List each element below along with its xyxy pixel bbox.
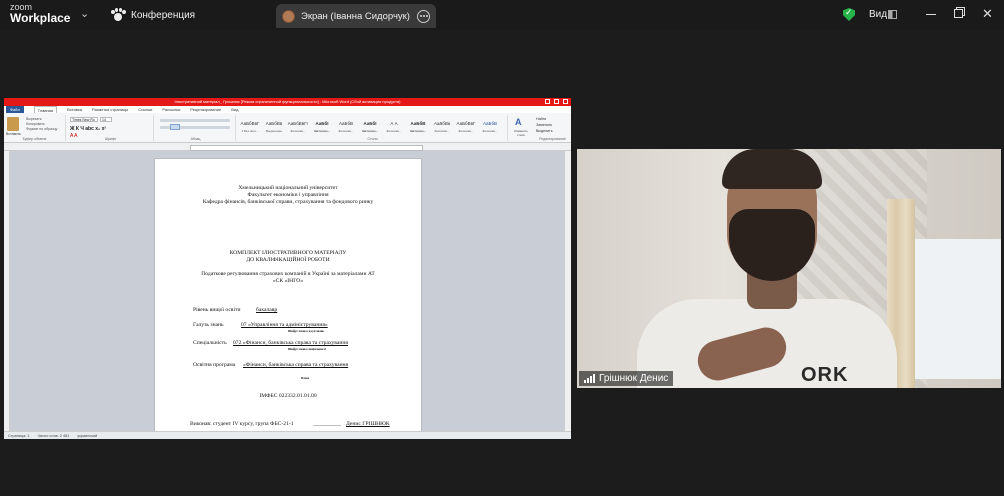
- word-scrollbar[interactable]: [564, 151, 571, 431]
- shared-screen-word: Ілюстративний матеріал_ Гришнюк [Режим о…: [4, 98, 571, 439]
- word-vertical-ruler: [4, 151, 10, 431]
- select-button[interactable]: Выделить: [536, 128, 553, 134]
- style-item[interactable]: АаБбВв Заголово...: [430, 119, 454, 135]
- font-name-select[interactable]: Times New Ro: [70, 117, 98, 122]
- signal-icon: [584, 374, 595, 383]
- clipboard-group-label: Буфер обмена: [22, 137, 47, 141]
- status-page: Страница: 1: [8, 434, 30, 438]
- meeting-menu[interactable]: Конференция: [111, 8, 195, 22]
- doc-program-hint: Назва: [301, 376, 310, 380]
- paste-icon[interactable]: [7, 117, 19, 131]
- doc-level-label: Рівень вищої освіти: [193, 307, 241, 313]
- word-tab-review[interactable]: Рецензирование: [190, 106, 221, 113]
- editing-group: Найти Заменить Выделить Редактирование: [534, 115, 571, 141]
- style-item[interactable]: АаБбВв Выделение: [262, 119, 286, 135]
- font-group-label: Шрифт: [104, 137, 117, 141]
- word-status-bar: Страница: 1 Число слов: 2 481 украинский: [4, 431, 571, 439]
- doc-university: Хмельницький національний університет: [238, 185, 338, 191]
- word-document-area: Хмельницький національний університет Фа…: [4, 151, 571, 433]
- word-ruler: [4, 143, 571, 151]
- word-ribbon: Вставить Вырезать Копировать Формат по о…: [4, 113, 571, 143]
- word-ribbon-tabs: Файл Главная Вставка Разметка страницы С…: [4, 106, 571, 113]
- status-words: Число слов: 2 481: [37, 434, 70, 438]
- word-tab-layout[interactable]: Разметка страницы: [92, 106, 128, 113]
- top-bar: zoom Workplace ⌄ Конференция Экран (Іван…: [0, 0, 1004, 30]
- styles-group-label: Стили: [367, 137, 378, 141]
- share-tab-label: Экран (Іванна Сидорчук): [301, 10, 410, 22]
- style-item[interactable]: АаБбІ Заголово...: [310, 119, 334, 135]
- participant-name: Грішнюк Денис: [599, 373, 669, 384]
- style-item[interactable]: АаБбІ Заголово...: [358, 119, 382, 135]
- doc-spec-hint: Шифр і назва спеціальності: [288, 347, 327, 351]
- doc-faculty: Факультет економіки і управління: [247, 192, 329, 198]
- word-tab-file[interactable]: Файл: [6, 106, 24, 113]
- paragraph-group: Абзац: [156, 115, 236, 141]
- close-button[interactable]: ✕: [982, 6, 993, 22]
- doc-program-label: Освітня програма: [193, 362, 236, 368]
- change-styles-icon: A: [515, 117, 522, 127]
- more-options-icon[interactable]: [417, 9, 430, 23]
- chevron-down-icon[interactable]: ⌄: [80, 7, 89, 20]
- style-item[interactable]: А А Заголово...: [382, 119, 406, 135]
- minimize-button[interactable]: [926, 14, 936, 15]
- maximize-button[interactable]: [954, 9, 963, 18]
- security-shield-icon[interactable]: [843, 8, 855, 21]
- view-button[interactable]: Вид: [869, 9, 887, 20]
- doc-field-value: 07 «Управління та адміністрування»: [241, 322, 328, 328]
- zoom-logo[interactable]: zoom Workplace: [10, 3, 71, 25]
- paw-icon: [111, 8, 126, 22]
- doc-topic1: Податкове регулювання страхових компаній…: [201, 271, 375, 277]
- doc-spec-label: Спеціальність: [193, 340, 227, 346]
- word-tab-view[interactable]: Вид: [231, 106, 238, 113]
- doc-executor: Виконав: студент IV курсу, група ФБС-21-…: [190, 421, 294, 427]
- style-item[interactable]: АаБбВвГ 1 Без инте...: [238, 119, 262, 135]
- doc-level-value: бакалавр: [256, 307, 278, 313]
- doc-department: Кафедра фінансів, банківської справи, ст…: [202, 199, 374, 205]
- word-tab-insert[interactable]: Вставка: [67, 106, 82, 113]
- shirt-text: ORK: [801, 364, 849, 386]
- align-center-button[interactable]: [170, 124, 180, 130]
- font-group: Times New Ro 14 Ж К Ч abc x₂ x² A A Шриф…: [68, 115, 154, 141]
- paste-label: Вставить: [6, 132, 21, 136]
- style-item[interactable]: АаБбВ Заголово...: [406, 119, 430, 135]
- document-page[interactable]: Хмельницький національний університет Фа…: [154, 158, 422, 433]
- style-item[interactable]: АаБбВ Заголово...: [478, 119, 502, 135]
- word-tab-home[interactable]: Главная: [33, 106, 58, 113]
- clipboard-group: Вставить Вырезать Копировать Формат по о…: [4, 115, 66, 141]
- font-size-select[interactable]: 14: [100, 117, 112, 122]
- participant-name-tag: Грішнюк Денис: [579, 371, 674, 386]
- doc-executor-name: Денис ГРІШНЮК: [346, 421, 390, 427]
- style-item[interactable]: АаБбВвГг Заголово...: [286, 119, 310, 135]
- paragraph-group-label: Абзац: [190, 137, 201, 141]
- change-styles[interactable]: A Изменить стили: [510, 115, 532, 141]
- logo-line2: Workplace: [10, 11, 71, 25]
- status-language: украинский: [77, 434, 98, 438]
- styles-group: АаБбВвГ 1 Без инте... АаБбВв Выделение АаБ…: [238, 115, 508, 141]
- doc-heading2: ДО КВАЛІФІКАЦІЙНОЇ РОБОТИ: [246, 257, 330, 263]
- word-title-bar: Ілюстративний матеріал_ Гришнюк [Режим о…: [4, 98, 571, 106]
- avatar: [282, 9, 295, 23]
- font-format-buttons[interactable]: Ж К Ч abc x₂ x²: [70, 126, 106, 132]
- meeting-label: Конференция: [131, 9, 196, 21]
- doc-code: ІМФБС 022332.01.01.00: [259, 393, 317, 399]
- style-item[interactable]: АаБбВ Заголово...: [334, 119, 358, 135]
- word-window-controls: [545, 99, 568, 104]
- doc-topic2: «СК «ІНГО»: [272, 278, 304, 284]
- word-title: Ілюстративний матеріал_ Гришнюк [Режим о…: [174, 99, 401, 104]
- screen-share-tab[interactable]: Экран (Іванна Сидорчук): [276, 4, 436, 28]
- editing-group-label: Редактирование: [539, 137, 566, 141]
- doc-spec-value: 072 «Фінанси, банківська справа та страх…: [233, 340, 348, 346]
- style-item[interactable]: АаБбВвГ Заголово...: [454, 119, 478, 135]
- doc-heading1: КОМПЛЕКТ ІЛЮСТРАТИВНОГО МАТЕРІАЛУ: [229, 250, 347, 256]
- doc-program-value: «Фінанси, банківська справа та страхуван…: [243, 362, 349, 368]
- change-styles-label: Изменить стили: [514, 129, 528, 137]
- doc-field-hint: Шифр і назва галузі знань: [288, 329, 325, 333]
- doc-field-label: Галузь знань: [193, 322, 224, 328]
- format-painter-button[interactable]: Формат по образцу: [26, 127, 57, 132]
- word-tab-references[interactable]: Ссылки: [138, 106, 152, 113]
- view-layout-icon[interactable]: [888, 10, 897, 19]
- word-tab-mailings[interactable]: Рассылки: [162, 106, 180, 113]
- participant-video[interactable]: ORK Грішнюк Денис: [577, 149, 1001, 388]
